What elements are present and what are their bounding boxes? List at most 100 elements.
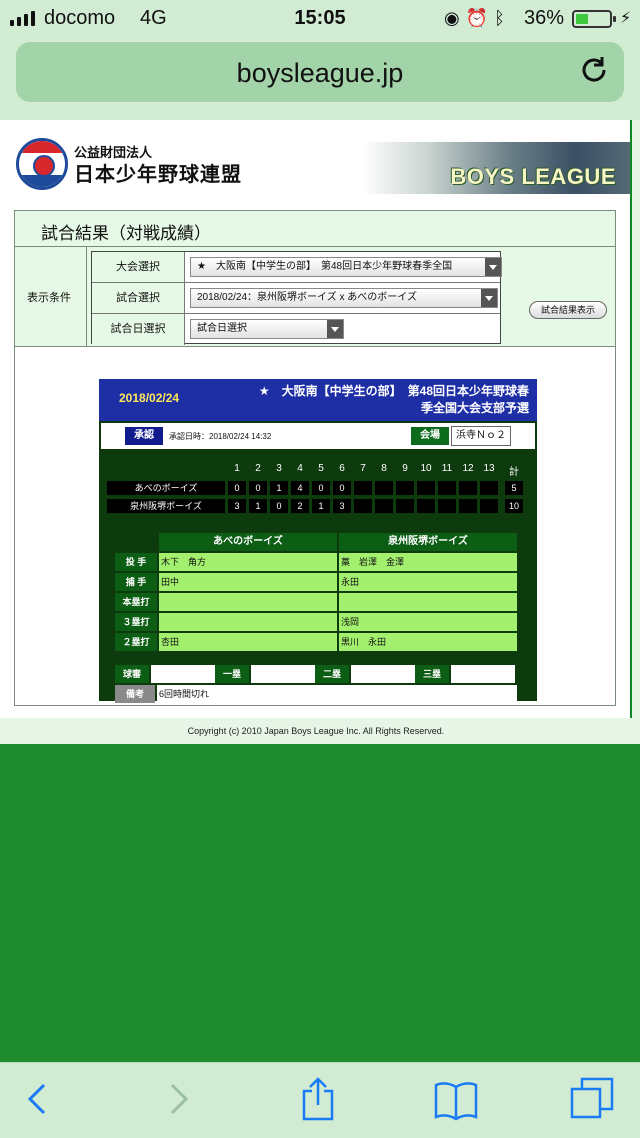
filter-section: 表示条件 大会選択 ★ 大阪南【中学生の部】 第48回日本少年野球春季全国 試合… <box>15 247 615 347</box>
inning-score <box>438 499 456 513</box>
show-results-button[interactable]: 試合結果表示 <box>529 301 607 319</box>
approval-date: 承認日時：2018/02/24 14:32 <box>169 432 272 441</box>
detail-home-value: 永田 <box>339 573 517 591</box>
tabs-icon[interactable] <box>570 1077 614 1121</box>
inning-number: 10 <box>420 463 432 474</box>
scoreboard-header: 2018/02/24 ★ 大阪南【中学生の部】 第48回日本少年野球春 季全国大… <box>99 379 537 421</box>
inning-number: 3 <box>276 463 282 474</box>
inning-number: 4 <box>297 463 303 474</box>
detail-row-label: ３塁打 <box>115 613 157 631</box>
date-select[interactable]: 試合日選択 <box>190 319 344 339</box>
inning-score <box>375 481 393 495</box>
browser-toolbar <box>0 1062 640 1138</box>
inning-number: 1 <box>234 463 240 474</box>
copyright: Copyright (c) 2010 Japan Boys League Inc… <box>187 726 445 736</box>
detail-home-value: 黒川 永田 <box>339 633 517 651</box>
filter-row-game: 試合選択 2018/02/24：泉州阪堺ボーイズ x あべのボーイズ <box>92 283 500 314</box>
inning-number: 13 <box>483 463 495 474</box>
inning-score <box>459 481 477 495</box>
inning-score <box>354 481 372 495</box>
detail-away-value <box>159 613 337 631</box>
banner-title: BOYS LEAGUE <box>450 164 616 189</box>
chevron-down-icon <box>481 289 497 307</box>
url-field[interactable]: boysleague.jp <box>16 42 624 102</box>
filter-label: 表示条件 <box>27 292 71 304</box>
inning-score: 1 <box>312 499 330 513</box>
url-text: boysleague.jp <box>236 58 404 88</box>
umpire-value <box>451 665 515 683</box>
umpire-label: 球審 <box>115 665 149 683</box>
filter-row-tournament: 大会選択 ★ 大阪南【中学生の部】 第48回日本少年野球春季全国 <box>92 252 502 283</box>
inning-score: 0 <box>333 481 351 495</box>
tournament-name-line2: 季全国大会支部予選 <box>420 401 529 415</box>
alarm-icon: ⏰ <box>465 8 495 28</box>
umpire-value <box>351 665 415 683</box>
chevron-down-icon <box>327 320 343 338</box>
game-date: 2018/02/24 <box>119 391 180 405</box>
date-select-value: 試合日選択 <box>197 323 247 334</box>
inning-score <box>459 499 477 513</box>
inning-score: 0 <box>228 481 246 495</box>
detail-header-away: あべのボーイズ <box>159 533 337 551</box>
inning-score <box>396 499 414 513</box>
detail-header-home: 泉州阪堺ボーイズ <box>339 533 517 551</box>
league-logo <box>16 138 68 190</box>
inning-score: 3 <box>333 499 351 513</box>
game-select-value: 2018/02/24：泉州阪堺ボーイズ x あべのボーイズ <box>197 292 418 303</box>
result-title-bar: 試合結果（対戦成績） <box>15 211 615 247</box>
total-label: 計 <box>509 467 519 478</box>
inning-number: 11 <box>441 463 453 474</box>
inning-score <box>375 499 393 513</box>
page-frame: 公益財団法人 日本少年野球連盟 BOYS LEAGUE 試合結果（対戦成績） 表… <box>0 120 632 718</box>
bookmarks-icon[interactable] <box>432 1077 480 1121</box>
rotation-lock-icon: ◉ <box>444 8 466 28</box>
inning-score: 2 <box>291 499 309 513</box>
result-panel: 試合結果（対戦成績） 表示条件 大会選択 ★ 大阪南【中学生の部】 第48回日本… <box>14 210 616 706</box>
umpire-label: 二塁 <box>315 665 349 683</box>
inning-score <box>480 481 498 495</box>
bluetooth-icon: ᛒ <box>494 8 511 28</box>
detail-row-label: ２塁打 <box>115 633 157 651</box>
share-icon[interactable] <box>298 1077 338 1121</box>
filter-row-label: 大会選択 <box>92 252 185 282</box>
inning-score <box>480 499 498 513</box>
back-icon[interactable] <box>22 1077 52 1121</box>
detail-away-value: 田中 <box>159 573 337 591</box>
forward-icon[interactable] <box>164 1077 194 1121</box>
umpire-value <box>251 665 315 683</box>
battery-percent: 36% <box>524 7 565 29</box>
venue-label: 会場 <box>411 427 449 445</box>
inning-score: 3 <box>228 499 246 513</box>
total-score: 5 <box>505 481 523 495</box>
umpire-label: 一塁 <box>215 665 249 683</box>
chevron-down-icon <box>485 258 501 276</box>
detail-away-value: 杏田 <box>159 633 337 651</box>
note-value: 6回時間切れ <box>157 685 517 703</box>
inning-number: 8 <box>381 463 387 474</box>
inning-number: 12 <box>462 463 474 474</box>
inning-number: 9 <box>402 463 408 474</box>
detail-row-label: 投 手 <box>115 553 157 571</box>
tournament-name-line1: ★ 大阪南【中学生の部】 第48回日本少年野球春 <box>258 384 529 398</box>
venue-value: 浜寺Ｎｏ２ <box>451 426 511 446</box>
tournament-name: ★ 大阪南【中学生の部】 第48回日本少年野球春 季全国大会支部予選 <box>237 383 529 417</box>
site-header[interactable]: 公益財団法人 日本少年野球連盟 <box>14 134 374 198</box>
game-select[interactable]: 2018/02/24：泉州阪堺ボーイズ x あべのボーイズ <box>190 288 498 308</box>
tournament-select[interactable]: ★ 大阪南【中学生の部】 第48回日本少年野球春季全国 <box>190 257 502 277</box>
detail-home-value <box>339 593 517 611</box>
note-label: 備考 <box>115 685 155 703</box>
charging-icon: ⚡ <box>620 10 632 27</box>
header-banner: BOYS LEAGUE <box>362 142 630 194</box>
inning-score <box>438 481 456 495</box>
inning-number: 2 <box>255 463 261 474</box>
status-bar: docomo 4G 15:05 ◉⏰ᛒ 36% ⚡ <box>0 0 640 36</box>
browser-address-bar: boysleague.jp <box>0 36 640 120</box>
detail-home-value: 藁 岩澤 金澤 <box>339 553 517 571</box>
filter-row-label: 試合選択 <box>92 283 185 313</box>
inning-score: 1 <box>249 499 267 513</box>
reload-icon[interactable] <box>578 54 610 86</box>
inning-score <box>354 499 372 513</box>
inning-score: 4 <box>291 481 309 495</box>
team-name: 泉州阪堺ボーイズ <box>107 499 225 513</box>
detail-row-label: 捕 手 <box>115 573 157 591</box>
